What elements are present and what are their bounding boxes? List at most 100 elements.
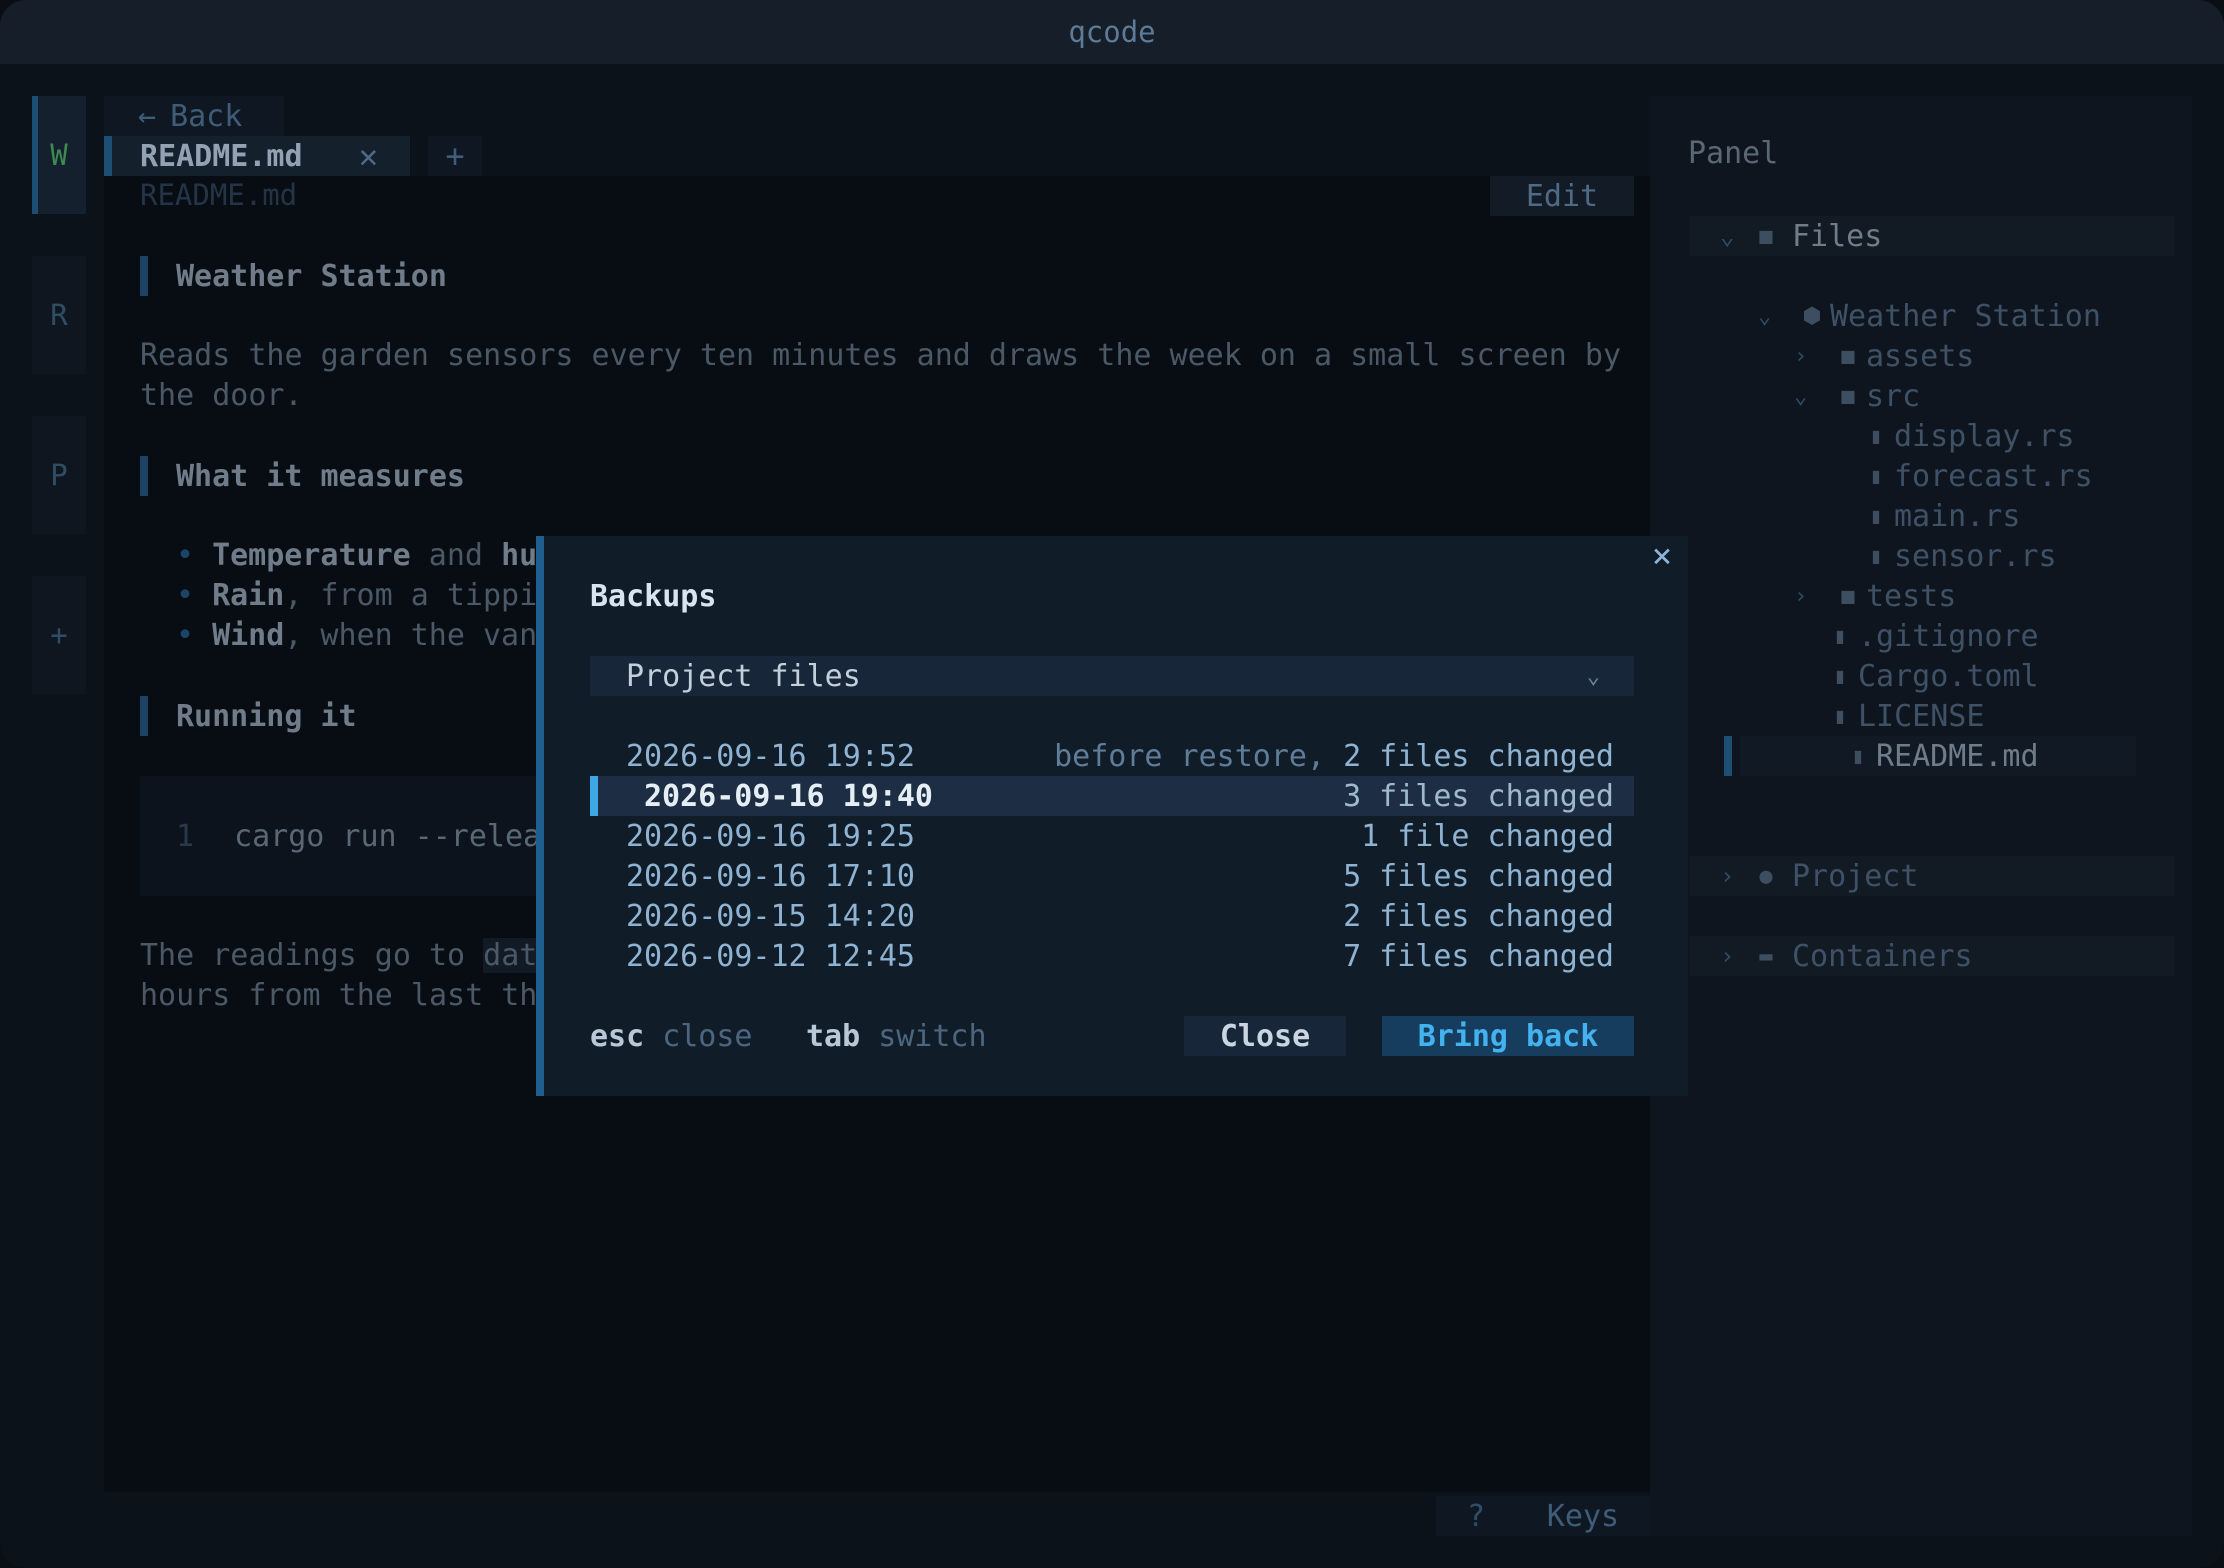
intro-line: Reads the garden sensors every ten minut… [140,338,1622,373]
tree-label: forecast.rs [1894,458,2093,494]
bullet-bold: Temperature [212,538,411,573]
list-item: • Temperature and hu [176,536,537,576]
hint-esc: esc close [590,1016,753,1056]
section-label: Project [1792,858,1919,894]
tree-label: Weather Station [1830,298,2101,334]
bullet-icon: • [176,618,195,653]
chevron-down-icon: ⌄ [1758,303,1772,329]
tree-item-file[interactable]: ▮ LICENSE [1822,696,1984,736]
backup-row[interactable]: 2026-09-16 19:25 1 file changed [590,816,1634,856]
bullet-icon: • [176,578,195,613]
scope-select[interactable]: Project files ⌄ [590,656,1634,696]
folder-icon: ■ [1841,583,1855,609]
backup-date: 2026-09-15 14:20 [626,898,915,934]
chevron-right-icon: › [1720,942,1735,970]
activity-item-label: W [50,138,68,172]
back-button[interactable]: ← Back [104,96,284,136]
backup-description: 2 files changed [1343,899,1614,934]
file-icon: ▮ [1869,503,1883,529]
tree-item-file[interactable]: ▮ .gitignore [1822,616,2038,656]
activity-item-label: R [50,298,68,332]
tree-label: tests [1866,578,1957,614]
activity-add-button[interactable]: + [32,576,86,694]
arrow-left-icon: ← [138,98,157,134]
chevron-right-icon: › [1794,583,1808,609]
close-button[interactable]: Close [1184,1016,1346,1056]
section-containers[interactable]: › ▬ Containers [1690,936,2174,976]
intro-line: the door. [140,378,303,413]
panel-title: Panel [1688,136,1779,171]
tree-label: display.rs [1894,418,2075,454]
hint-label: switch [878,1018,987,1054]
tree-item-weather-station[interactable]: ⌄ ⬢ Weather Station [1758,296,2101,336]
list-item: • Wind, when the van [176,616,537,656]
activity-item-p[interactable]: P [32,416,86,534]
tab-label: README.md [140,138,303,174]
backup-date: 2026-09-16 17:10 [626,858,915,894]
tree-item-file[interactable]: ▮ sensor.rs [1858,536,2056,576]
file-icon: ▮ [1869,543,1883,569]
bullet-text: and [410,538,502,573]
folder-icon: ■ [1841,343,1855,369]
activity-item-w[interactable]: W [32,96,86,214]
title-bar: qcode [0,0,2224,64]
tree-item-src[interactable]: ⌄ ■ src [1794,376,1920,416]
tab-readme[interactable]: README.md ✕ [104,136,410,176]
backup-row[interactable]: 2026-09-16 19:52 before restore, 2 files… [590,736,1634,776]
tree-item-readme-selected[interactable]: ▮ README.md [1740,736,2136,776]
bullet-text: , when the van [284,618,538,653]
bullet-text: , from a tippi [284,578,538,613]
backup-row[interactable]: 2026-09-15 14:20 2 files changed [590,896,1634,936]
help-button[interactable]: ? [1436,1496,1516,1536]
bring-back-button[interactable]: Bring back [1382,1016,1634,1056]
footer-text: The readings go to [140,938,484,973]
keys-button[interactable]: Keys [1516,1496,1650,1536]
backup-description: 1 file changed [1361,819,1614,854]
tree-label: main.rs [1894,498,2021,534]
edit-button[interactable]: Edit [1490,176,1634,216]
app-window: qcode W R P + ← Back README.md ✕ + READM… [0,0,2224,1568]
section-project[interactable]: › ● Project [1690,856,2174,896]
scope-select-value: Project files [626,658,861,694]
tree-item-tests[interactable]: › ■ tests [1794,576,1956,616]
backup-changes: 2 files changed [1343,898,1614,934]
hint-tab: tab switch [806,1016,987,1056]
new-tab-button[interactable]: + [428,136,482,176]
backup-date: 2026-09-16 19:25 [626,818,915,854]
tree-item-file[interactable]: ▮ forecast.rs [1858,456,2093,496]
hint-label: close [662,1018,753,1054]
backup-row[interactable]: 2026-09-12 12:45 7 files changed [590,936,1634,976]
tree-label: assets [1866,338,1975,374]
backup-description: 3 files changed [1343,779,1614,814]
tree-item-file[interactable]: ▮ display.rs [1858,416,2075,456]
file-icon: ▮ [1869,463,1883,489]
bullet-bold: Rain [212,578,285,613]
selection-indicator [1724,736,1732,776]
chevron-right-icon: › [1794,343,1808,369]
file-icon: ▮ [1833,623,1847,649]
close-icon[interactable]: × [1644,536,1680,576]
backup-row[interactable]: 2026-09-16 17:10 5 files changed [590,856,1634,896]
activity-item-r[interactable]: R [32,256,86,374]
container-icon: ▬ [1759,943,1773,969]
activity-item-label: + [50,618,68,652]
backup-description: 7 files changed [1343,939,1614,974]
file-icon: ▮ [1869,423,1883,449]
backup-row-selected[interactable]: 2026-09-16 19:40 3 files changed [590,776,1634,816]
tree-label: Cargo.toml [1858,658,2039,694]
tree-item-assets[interactable]: › ■ assets [1794,336,1974,376]
back-label: Back [170,98,243,134]
backup-note: before restore, [1054,738,1344,774]
file-icon: ▮ [1833,703,1847,729]
close-tab-icon[interactable]: ✕ [359,137,378,175]
bullet-bold: Wind [212,618,285,653]
backup-date: 2026-09-16 19:40 [644,778,933,814]
section-files[interactable]: ⌄ ■ Files [1690,216,2174,256]
tree-item-file[interactable]: ▮ Cargo.toml [1822,656,2039,696]
chevron-right-icon: › [1720,862,1735,890]
tree-item-file[interactable]: ▮ main.rs [1858,496,2020,536]
heading-running-it: Running it [140,696,357,736]
backup-changes: 2 files changed [1343,738,1614,774]
backup-changes: 5 files changed [1343,858,1614,894]
section-label: Files [1792,218,1883,254]
